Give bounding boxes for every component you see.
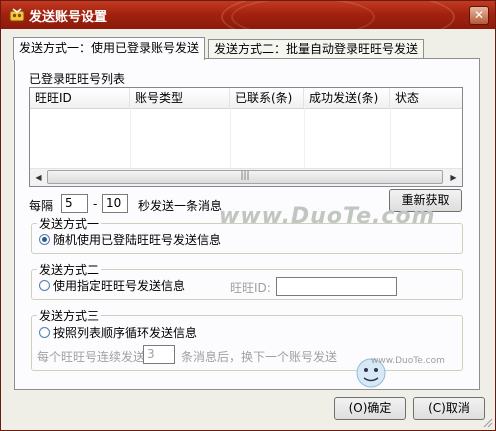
interval-suffix-label: 秒发送一条消息 [138, 199, 223, 213]
mode3-radio[interactable] [39, 327, 50, 338]
wangwang-id-label: 旺旺ID: [230, 281, 271, 295]
interval-from-input[interactable]: 5 [61, 194, 88, 213]
column-divider [304, 108, 305, 168]
logged-list-label: 已登录旺旺号列表 [29, 72, 126, 86]
scroll-right-icon[interactable]: ▶ [445, 169, 462, 186]
title-decoration-inner [231, 1, 375, 29]
column-header-contacted[interactable]: 已联系(条) [230, 88, 304, 108]
mode3-option-label[interactable]: 按照列表顺序循环发送信息 [53, 324, 197, 341]
column-divider [390, 108, 391, 168]
tab-logged-accounts[interactable]: 发送方式一：使用已登录账号发送 [13, 37, 206, 60]
column-divider [230, 108, 231, 168]
resize-grip-icon[interactable] [481, 416, 493, 428]
scroll-left-icon[interactable]: ◀ [30, 169, 47, 186]
column-header-status[interactable]: 状态 [390, 88, 462, 108]
interval-to-input[interactable]: 10 [102, 194, 128, 213]
mode3-title: 发送方式三 [37, 307, 102, 324]
scroll-thumb[interactable]: ||| [47, 170, 443, 184]
mode2-title: 发送方式二 [37, 261, 102, 278]
ok-button[interactable]: (O)确定 [334, 397, 406, 420]
mode2-radio[interactable] [39, 280, 50, 291]
interval-prefix-label: 每隔 [29, 199, 54, 213]
app-icon [9, 8, 25, 22]
mode2-option-label[interactable]: 使用指定旺旺号发送信息 [53, 277, 185, 294]
interval-dash: - [93, 197, 98, 211]
column-header-wangwang-id[interactable]: 旺旺ID [30, 88, 130, 108]
watermark-small-text: www.DuoTe.com [371, 356, 445, 366]
close-button[interactable]: ✕ [469, 6, 489, 25]
mode1-radio[interactable] [39, 234, 50, 245]
mode1-option-label[interactable]: 随机使用已登陆旺旺号发送信息 [53, 231, 221, 248]
title-bar[interactable]: 发送账号设置 ✕ [1, 1, 495, 29]
tab-batch-login[interactable]: 发送方式二：批量自动登录旺旺号发送 [208, 39, 425, 59]
cancel-button[interactable]: (C)取消 [413, 397, 485, 420]
per-account-prefix-label: 每个旺旺号连续发送 [37, 350, 146, 364]
mode1-title: 发送方式一 [37, 215, 102, 232]
column-header-sent[interactable]: 成功发送(条) [304, 88, 390, 108]
per-account-count-input[interactable]: 3 [143, 345, 175, 364]
column-header-account-type[interactable]: 账号类型 [130, 88, 230, 108]
logged-accounts-list[interactable]: 旺旺ID 账号类型 已联系(条) 成功发送(条) 状态 ◀ ||| ▶ [29, 87, 463, 187]
list-header: 旺旺ID 账号类型 已联系(条) 成功发送(条) 状态 [30, 88, 462, 109]
column-divider [130, 108, 131, 168]
per-account-suffix-label: 条消息后，换下一个账号发送 [181, 350, 338, 364]
window-title: 发送账号设置 [29, 10, 108, 25]
wangwang-id-input[interactable] [276, 277, 397, 296]
horizontal-scrollbar[interactable]: ◀ ||| ▶ [30, 168, 462, 186]
settings-dialog: 发送账号设置 ✕ 发送方式一：使用已登录账号发送 发送方式二：批量自动登录旺旺号… [0, 0, 496, 431]
